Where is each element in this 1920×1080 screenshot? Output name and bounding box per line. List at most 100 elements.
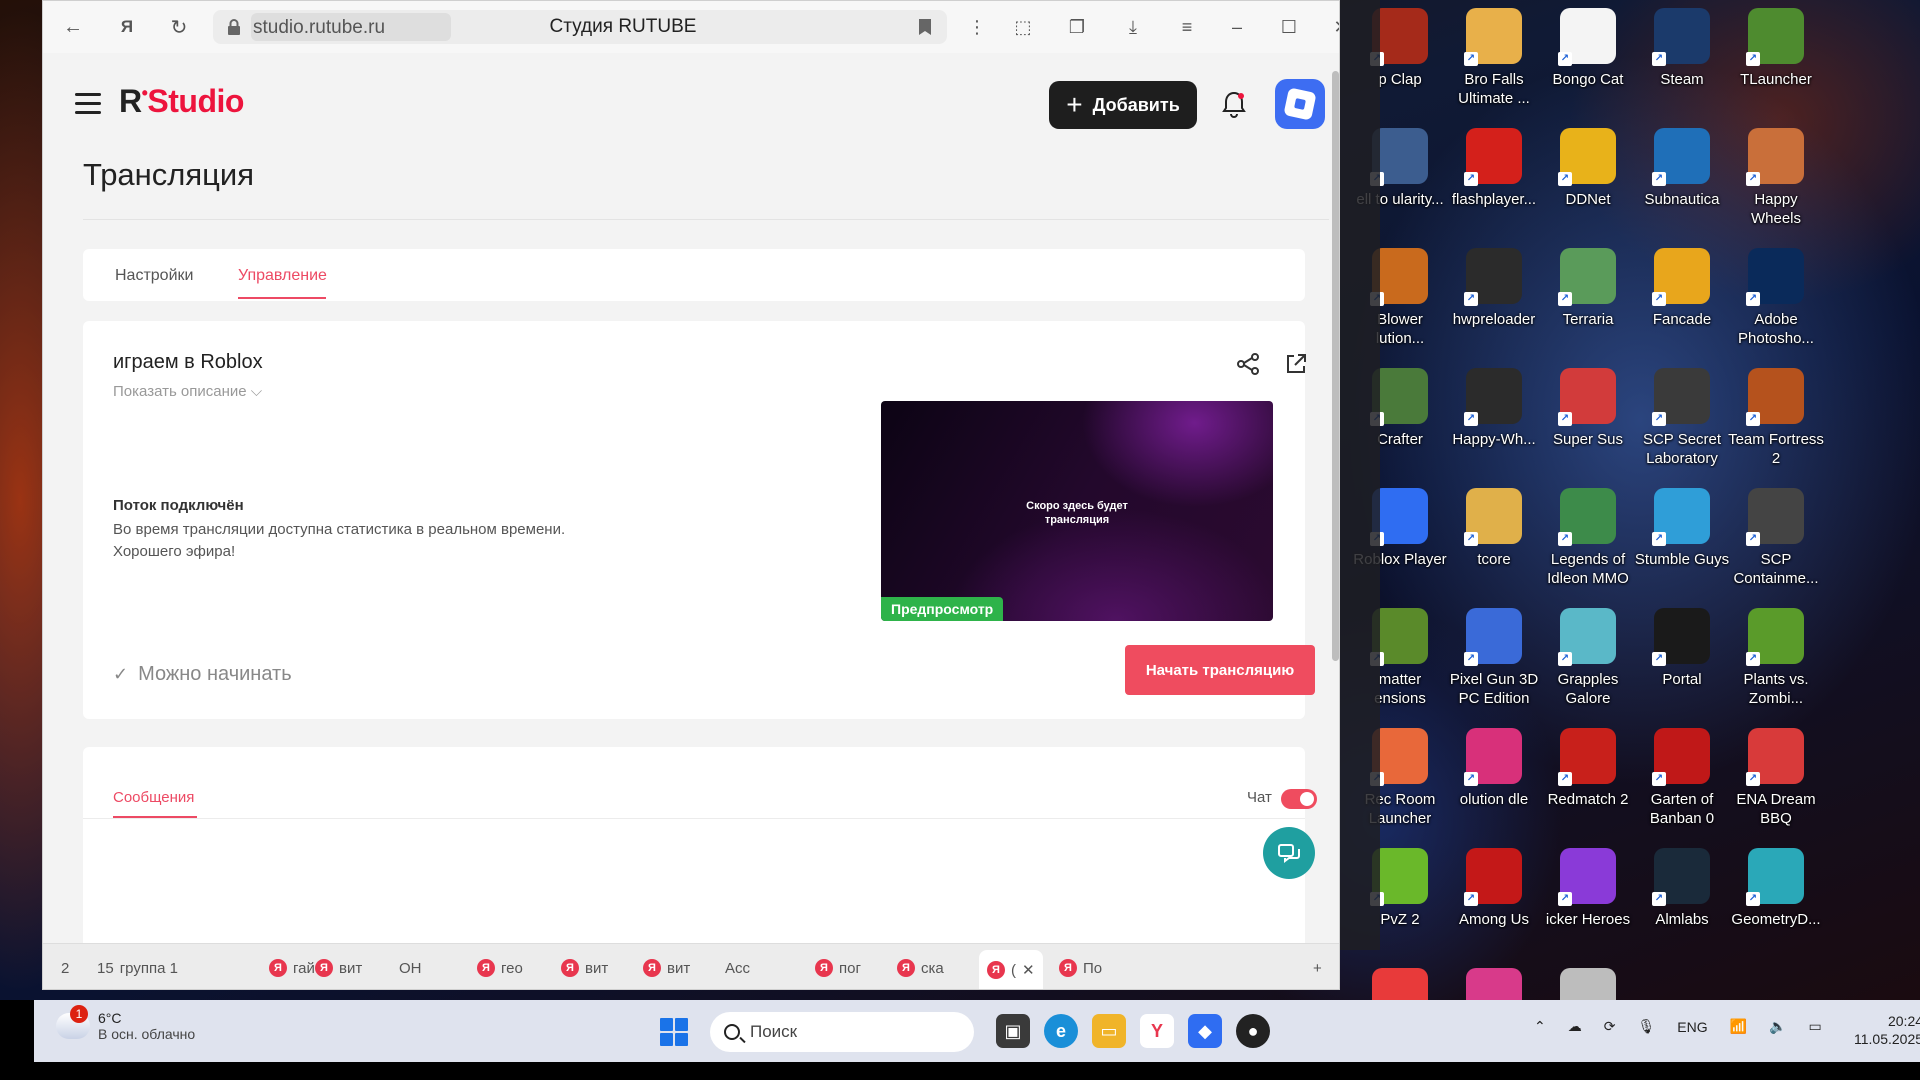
desktop-icon[interactable]: ↗Supermarket Together: [1354, 968, 1446, 1000]
url-box[interactable]: studio.rutube.ru Студия RUTUBE: [213, 10, 947, 44]
desktop-icon[interactable]: ↗ olution dle: [1448, 728, 1540, 846]
rutube-studio-logo[interactable]: R•Studio: [119, 83, 244, 120]
file-explorer-icon[interactable]: ▭: [1092, 1014, 1126, 1048]
menu-icon[interactable]: ≡: [1173, 13, 1201, 41]
desktop-icon[interactable]: ↗ Almlabs: [1636, 848, 1728, 966]
browser-tab[interactable]: Япог: [815, 952, 861, 984]
start-stream-button[interactable]: Начать трансляцию: [1125, 645, 1315, 695]
browser-tab[interactable]: Явит: [643, 952, 690, 984]
yandex-browser-icon[interactable]: Y: [1140, 1014, 1174, 1048]
desktop-icon[interactable]: ↗ Plants vs. Zombi...: [1730, 608, 1822, 726]
extensions-icon[interactable]: ⬚: [1009, 13, 1037, 41]
browser-tab[interactable]: Acc: [725, 952, 750, 984]
desktop-icon[interactable]: ↗ Stumble Guys: [1635, 488, 1729, 606]
desktop-icon[interactable]: ↗ Redmatch 2: [1542, 728, 1634, 846]
browser-tab[interactable]: Я (✕: [979, 950, 1043, 989]
scrollbar-thumb[interactable]: [1332, 71, 1339, 661]
desktop-icon[interactable]: ↗ Subnautica: [1636, 128, 1728, 246]
stream-preview[interactable]: Скоро здесь будет трансляция Предпросмот…: [881, 401, 1273, 621]
desktop-icon[interactable]: ↗ SCP Containme...: [1730, 488, 1822, 606]
channel-avatar[interactable]: [1275, 79, 1325, 129]
tab-group-label[interactable]: группа 1: [120, 960, 178, 977]
desktop-icon[interactable]: ↗ Steam: [1636, 8, 1728, 126]
tab-manage[interactable]: Управление: [238, 267, 327, 285]
open-external-icon[interactable]: [1283, 351, 1309, 377]
language-indicator[interactable]: ENG: [1677, 1019, 1707, 1035]
browser-tab[interactable]: Ягай: [269, 952, 315, 984]
clock[interactable]: 20:24 11.05.2025: [1854, 1012, 1920, 1048]
share-icon[interactable]: [1235, 351, 1261, 377]
browser-tab[interactable]: 15 группа 1: [97, 952, 178, 984]
new-tab-icon[interactable]: +: [1313, 952, 1322, 984]
desktop-icon[interactable]: ↗ tcore: [1448, 488, 1540, 606]
task-view-icon[interactable]: ▣: [996, 1014, 1030, 1048]
desktop-icon[interactable]: ↗ Portal: [1636, 608, 1728, 726]
desktop-icon[interactable]: ↗ Fancade: [1636, 248, 1728, 366]
close-icon[interactable]: ✕: [1327, 13, 1339, 41]
desktop-icon[interactable]: ↗ Super Sus: [1542, 368, 1634, 486]
browser-tab[interactable]: ОН: [399, 952, 422, 984]
browser-tab[interactable]: Ягео: [477, 952, 523, 984]
desktop-icon[interactable]: ↗ TLauncher: [1730, 8, 1822, 126]
desktop-icon[interactable]: ↗ SCP Secret Laboratory: [1636, 368, 1728, 486]
desktop-icon[interactable]: ↗ flashplayer...: [1448, 128, 1540, 246]
desktop-icon[interactable]: ↗ Grapples Galore: [1542, 608, 1634, 726]
battery-icon[interactable]: ▭: [1808, 1018, 1821, 1035]
hamburger-menu-icon[interactable]: [75, 93, 101, 114]
close-tab-icon[interactable]: ✕: [1022, 961, 1035, 979]
download-icon[interactable]: ⤓: [1119, 13, 1147, 41]
tab-settings[interactable]: Настройки: [115, 267, 193, 285]
cloud-sync-icon[interactable]: ☁: [1568, 1018, 1582, 1035]
desktop-icon[interactable]: ↗ Happy Wheels: [1730, 128, 1822, 246]
notification-bell-icon[interactable]: [1219, 89, 1249, 119]
url-text[interactable]: studio.rutube.ru: [253, 17, 385, 39]
desktop-icon[interactable]: ↗ Bro Falls Ultimate ...: [1448, 8, 1540, 126]
add-button[interactable]: + Добавить: [1049, 81, 1197, 129]
taskbar-search[interactable]: Поиск: [710, 1012, 974, 1052]
show-description-link[interactable]: Показать описание ⌵: [113, 383, 262, 400]
browser-tab[interactable]: Явит: [315, 952, 362, 984]
bookmark-icon[interactable]: [917, 18, 933, 36]
desktop-icon[interactable]: ↗ Happy-Wh...: [1448, 368, 1540, 486]
maximize-icon[interactable]: ☐: [1275, 13, 1303, 41]
browser-tab[interactable]: Яска: [897, 952, 944, 984]
desktop-icon[interactable]: ↗ Terraria: [1542, 248, 1634, 366]
desktop-icon[interactable]: ↗ ENA Dream BBQ: [1730, 728, 1822, 846]
windows-start-icon[interactable]: [660, 1018, 688, 1046]
desktop-icon[interactable]: ↗ icker Heroes: [1542, 848, 1634, 966]
microphone-icon[interactable]: 🎙: [1637, 1018, 1655, 1035]
desktop-icon[interactable]: ↗ Legends of Idleon MMO: [1542, 488, 1634, 606]
minimize-icon[interactable]: –: [1223, 13, 1251, 41]
support-chat-button[interactable]: [1263, 827, 1315, 879]
desktop-icon[interactable]: ↗Fireworks Mania: [1448, 968, 1540, 1000]
desktop-icon[interactable]: ↗ GeometryD...: [1730, 848, 1822, 966]
desktop-icon[interactable]: ↗ Garten of Banban 0: [1636, 728, 1728, 846]
desktop-icon[interactable]: ↗ DDNet: [1542, 128, 1634, 246]
desktop-icon[interactable]: ↗ Among Us: [1448, 848, 1540, 966]
back-icon[interactable]: ←: [59, 13, 87, 41]
app-icon[interactable]: ●: [1236, 1014, 1270, 1048]
browser-tab[interactable]: Явит: [561, 952, 608, 984]
desktop-icon[interactable]: ↗ Adobe Photosho...: [1730, 248, 1822, 366]
desktop-icon[interactable]: ↗ Bongo Cat: [1542, 8, 1634, 126]
volume-icon[interactable]: 🔈: [1769, 1018, 1786, 1035]
tray-chevron-icon[interactable]: ⌃: [1534, 1018, 1546, 1035]
desktop-icon[interactable]: ↗ Pixel Gun 3D PC Edition: [1448, 608, 1540, 726]
reload-icon[interactable]: ↻: [165, 13, 193, 41]
desktop-icon[interactable]: ↗People Playgroun...: [1542, 968, 1634, 1000]
wifi-icon[interactable]: 📶: [1730, 1018, 1747, 1035]
page-scrollbar[interactable]: [1329, 53, 1339, 943]
roblox-icon[interactable]: ◆: [1188, 1014, 1222, 1048]
desktop-icon[interactable]: ↗ hwpreloader: [1448, 248, 1540, 366]
browser-tab[interactable]: 2: [61, 952, 69, 984]
yandex-icon[interactable]: Я: [113, 13, 141, 41]
collections-icon[interactable]: ❐: [1063, 13, 1091, 41]
desktop-icon[interactable]: ↗ Team Fortress 2: [1728, 368, 1824, 486]
sync-icon[interactable]: ⟳: [1604, 1018, 1616, 1035]
tab-messages[interactable]: Сообщения: [113, 789, 194, 806]
edge-icon[interactable]: e: [1044, 1014, 1078, 1048]
chat-toggle[interactable]: [1281, 789, 1317, 809]
browser-tab[interactable]: Я По: [1059, 952, 1102, 984]
more-icon[interactable]: ⋮: [963, 13, 991, 41]
weather-widget[interactable]: 1 6°C В осн. облачно: [56, 1005, 195, 1042]
